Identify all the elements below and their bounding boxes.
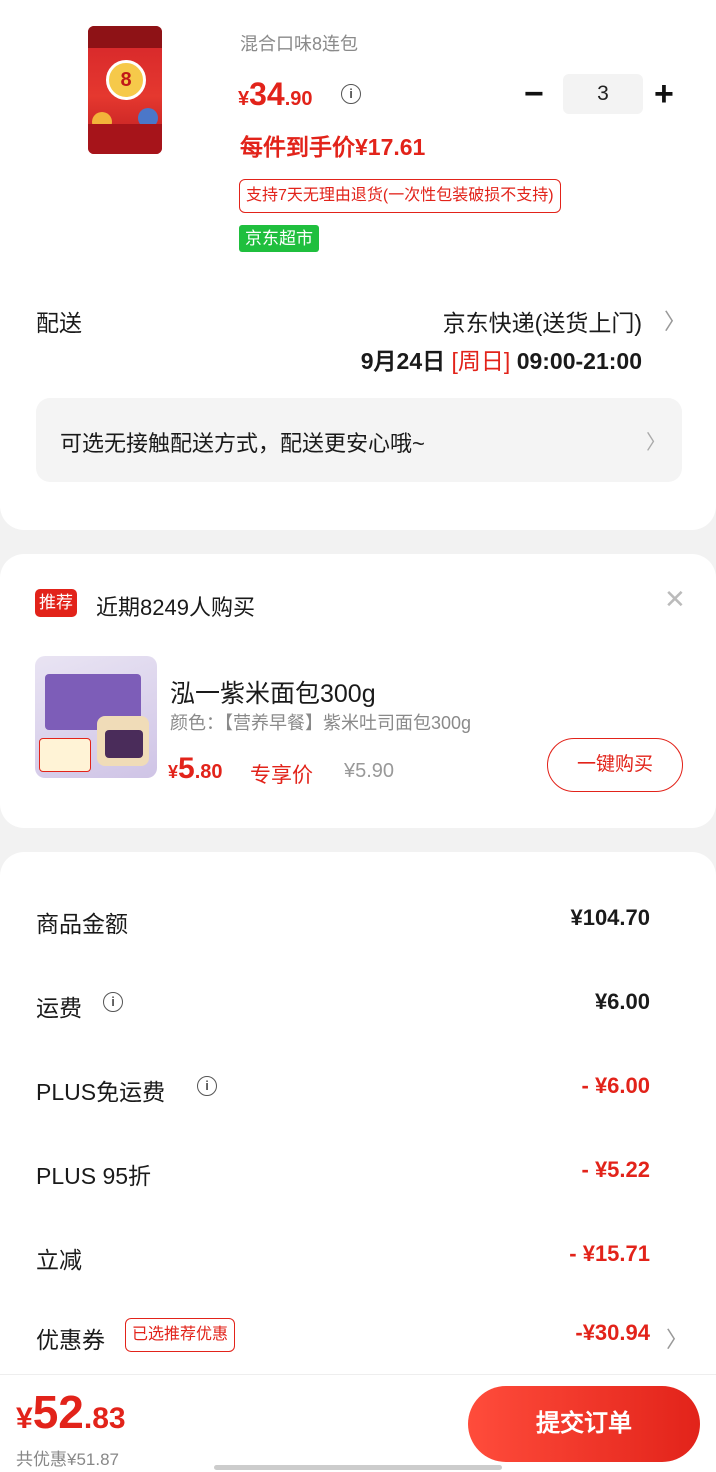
info-icon[interactable]: i: [341, 84, 361, 104]
total-savings[interactable]: 共优惠¥51.87: [16, 1445, 119, 1470]
delivery-hours: 09:00-21:00: [516, 348, 642, 374]
order-total: ¥52.83: [16, 1385, 126, 1439]
recommend-price: ¥5.80: [168, 752, 223, 786]
summary-label-plus-discount: PLUS 95折: [36, 1163, 152, 1189]
contactless-delivery-option[interactable]: 可选无接触配送方式，配送更安心哦~ 〉: [36, 398, 682, 482]
quantity-input[interactable]: 3: [563, 74, 643, 114]
recommend-price-currency: ¥: [168, 762, 179, 782]
exclusive-price-label: 专享价: [250, 764, 313, 787]
delivery-time[interactable]: 9月24日 [周日] 09:00-21:00: [361, 342, 642, 376]
info-icon[interactable]: i: [197, 1076, 217, 1096]
delivery-label: 配送: [36, 310, 82, 336]
one-click-buy-button[interactable]: 一键购买: [547, 738, 683, 792]
total-currency: ¥: [16, 1402, 33, 1435]
recommend-price-integer: 5: [178, 752, 195, 785]
close-icon[interactable]: ✕: [664, 584, 686, 615]
original-price: ¥5.90: [344, 760, 395, 782]
store-tag: 京东超市: [239, 225, 319, 252]
recommend-product-image[interactable]: [35, 656, 157, 778]
return-policy-tag: 支持7天无理由退货(一次性包装破损不支持): [239, 179, 561, 213]
summary-label-shipping: 运费: [36, 995, 82, 1021]
summary-value-shipping: ¥6.00: [594, 989, 650, 1014]
total-integer: 52: [32, 1386, 84, 1438]
summary-value-goods: ¥104.70: [570, 905, 650, 930]
recommend-headline: 近期8249人购买: [96, 595, 255, 620]
total-decimal: .83: [83, 1402, 126, 1435]
delivery-method[interactable]: 京东快递(送货上门): [443, 304, 642, 338]
recommend-product-name[interactable]: 泓一紫米面包300g: [170, 674, 376, 710]
summary-value-plus-discount: - ¥5.22: [581, 1157, 651, 1182]
delivery-date: 9月24日: [360, 348, 446, 374]
coupon-selected-tag[interactable]: 已选推荐优惠: [125, 1318, 236, 1352]
contactless-text: 可选无接触配送方式，配送更安心哦~: [60, 431, 425, 456]
submit-order-button[interactable]: 提交订单: [468, 1386, 700, 1462]
price-decimal: .90: [284, 88, 313, 110]
summary-value-plus-free-shipping: - ¥6.00: [581, 1073, 651, 1098]
summary-label-coupon[interactable]: 优惠券: [36, 1321, 105, 1355]
recommend-product-spec: 颜色：【营养早餐】紫米吐司面包300g: [170, 713, 472, 733]
summary-value-instant-discount: - ¥15.71: [569, 1241, 650, 1266]
plus-icon[interactable]: +: [654, 74, 674, 114]
delivery-weekday: [周日]: [451, 348, 511, 374]
info-icon[interactable]: i: [103, 992, 123, 1012]
price-currency: ¥: [238, 88, 250, 110]
summary-label-goods: 商品金额: [36, 911, 128, 937]
recommend-badge: 推荐: [35, 589, 77, 617]
unit-price: 每件到手价¥17.61: [240, 134, 426, 160]
summary-label-plus-free-shipping: PLUS免运费: [36, 1079, 166, 1105]
home-indicator[interactable]: [214, 1465, 502, 1470]
product-variant: 混合口味8连包: [240, 34, 359, 54]
summary-label-instant-discount: 立减: [36, 1247, 82, 1273]
product-price: ¥34.90: [238, 76, 313, 113]
recommend-price-decimal: .80: [194, 761, 223, 783]
summary-value-coupon[interactable]: -¥30.94: [575, 1320, 650, 1346]
chevron-right-icon: 〉: [646, 432, 666, 454]
product-image[interactable]: 8: [88, 26, 162, 154]
chevron-right-icon[interactable]: 〉: [664, 304, 686, 336]
chevron-right-icon[interactable]: 〉: [666, 1322, 688, 1354]
minus-icon[interactable]: −: [524, 74, 544, 114]
price-integer: 34: [249, 76, 285, 112]
